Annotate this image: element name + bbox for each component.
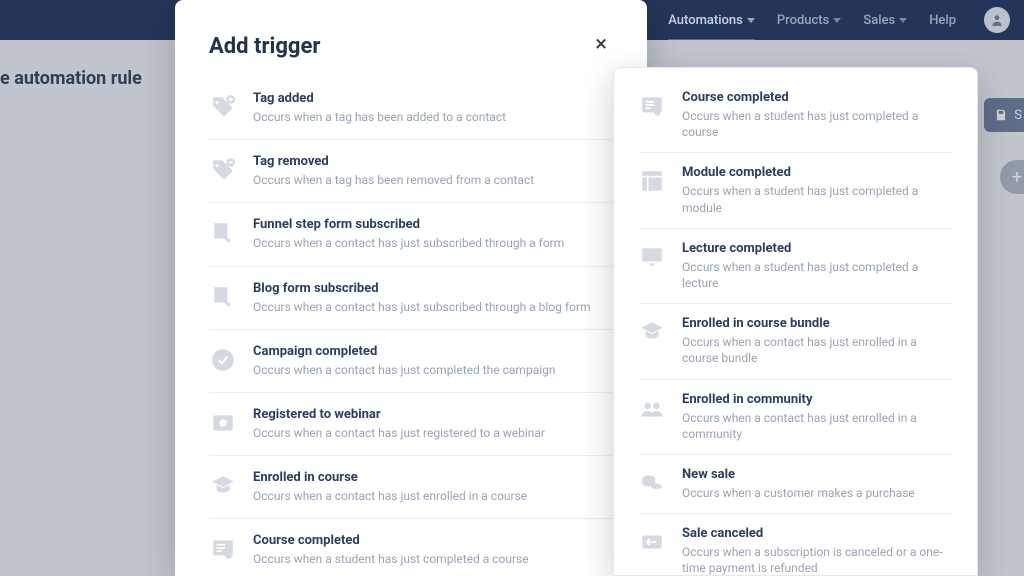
trigger-title: Blog form subscribed (253, 281, 591, 296)
trigger-title: Course completed (682, 90, 953, 105)
close-button[interactable]: × (589, 30, 613, 59)
lecture-icon (638, 243, 666, 271)
trigger-item[interactable]: Blog form subscribed Occurs when a contac… (209, 267, 613, 330)
trigger-popover: Course completed Occurs when a student ha… (613, 67, 978, 576)
trigger-item[interactable]: Enrolled in course bundle Occurs when a c… (638, 304, 953, 379)
trigger-item[interactable]: New sale Occurs when a customer makes a p… (638, 455, 953, 514)
tag-minus-icon (209, 156, 237, 184)
trigger-desc: Occurs when a tag has been removed from … (253, 172, 534, 188)
trigger-item[interactable]: Campaign completed Occurs when a contact … (209, 330, 613, 393)
trigger-item[interactable]: Enrolled in community Occurs when a conta… (638, 380, 953, 455)
trigger-title: Campaign completed (253, 344, 556, 359)
trigger-desc: Occurs when a contact has just registere… (253, 425, 545, 441)
trigger-title: Registered to webinar (253, 407, 545, 422)
trigger-title: Module completed (682, 165, 953, 180)
trigger-item[interactable]: Enrolled in course Occurs when a contact … (209, 456, 613, 519)
trigger-desc: Occurs when a contact has just completed… (253, 362, 556, 378)
trigger-title: Lecture completed (682, 241, 953, 256)
trigger-desc: Occurs when a student has just completed… (682, 108, 953, 140)
trigger-title: Enrolled in course (253, 470, 527, 485)
grad-cap-icon (638, 318, 666, 346)
trigger-item[interactable]: Funnel step form subscribed Occurs when a… (209, 203, 613, 266)
trigger-title: New sale (682, 467, 915, 482)
grad-cap-icon (209, 472, 237, 500)
trigger-desc: Occurs when a contact has just subscribe… (253, 299, 591, 315)
trigger-title: Funnel step form subscribed (253, 217, 564, 232)
trigger-desc: Occurs when a contact has just enrolled … (682, 410, 953, 442)
trigger-item[interactable]: Course completed Occurs when a student ha… (638, 78, 953, 153)
trigger-desc: Occurs when a customer makes a purchase (682, 485, 915, 501)
trigger-desc: Occurs when a contact has just enrolled … (682, 334, 953, 366)
trigger-title: Enrolled in course bundle (682, 316, 953, 331)
community-icon (638, 394, 666, 422)
module-icon (638, 167, 666, 195)
refund-icon (638, 528, 666, 556)
trigger-desc: Occurs when a student has just completed… (253, 551, 529, 567)
trigger-title: Tag removed (253, 154, 534, 169)
coins-icon (638, 469, 666, 497)
certificate-icon (638, 92, 666, 120)
camera-icon (209, 409, 237, 437)
trigger-item[interactable]: Tag removed Occurs when a tag has been re… (209, 140, 613, 203)
trigger-item[interactable]: Registered to webinar Occurs when a conta… (209, 393, 613, 456)
tag-plus-icon (209, 93, 237, 121)
trigger-desc: Occurs when a subscription is canceled o… (682, 544, 953, 576)
popover-trigger-list: Course completed Occurs when a student ha… (614, 68, 977, 576)
trigger-title: Sale canceled (682, 526, 953, 541)
trigger-title: Tag added (253, 91, 506, 106)
trigger-item[interactable]: Course completed Occurs when a student ha… (209, 519, 613, 576)
modal-title: Add trigger (209, 34, 320, 59)
trigger-desc: Occurs when a student has just completed… (682, 259, 953, 291)
pointer-form-icon (209, 219, 237, 247)
trigger-title: Enrolled in community (682, 392, 953, 407)
trigger-item[interactable]: Module completed Occurs when a student ha… (638, 153, 953, 228)
trigger-desc: Occurs when a tag has been added to a co… (253, 109, 506, 125)
trigger-list: Tag added Occurs when a tag has been adde… (175, 77, 647, 576)
trigger-title: Course completed (253, 533, 529, 548)
trigger-desc: Occurs when a contact has just subscribe… (253, 235, 564, 251)
certificate-icon (209, 535, 237, 563)
trigger-desc: Occurs when a contact has just enrolled … (253, 488, 527, 504)
trigger-item[interactable]: Tag added Occurs when a tag has been adde… (209, 77, 613, 140)
trigger-item[interactable]: Lecture completed Occurs when a student h… (638, 229, 953, 304)
trigger-desc: Occurs when a student has just completed… (682, 183, 953, 215)
badge-check-icon (209, 346, 237, 374)
add-trigger-modal: Add trigger × Tag added Occurs when a tag… (175, 0, 647, 576)
trigger-item[interactable]: Sale canceled Occurs when a subscription … (638, 514, 953, 576)
pointer-form-icon (209, 283, 237, 311)
